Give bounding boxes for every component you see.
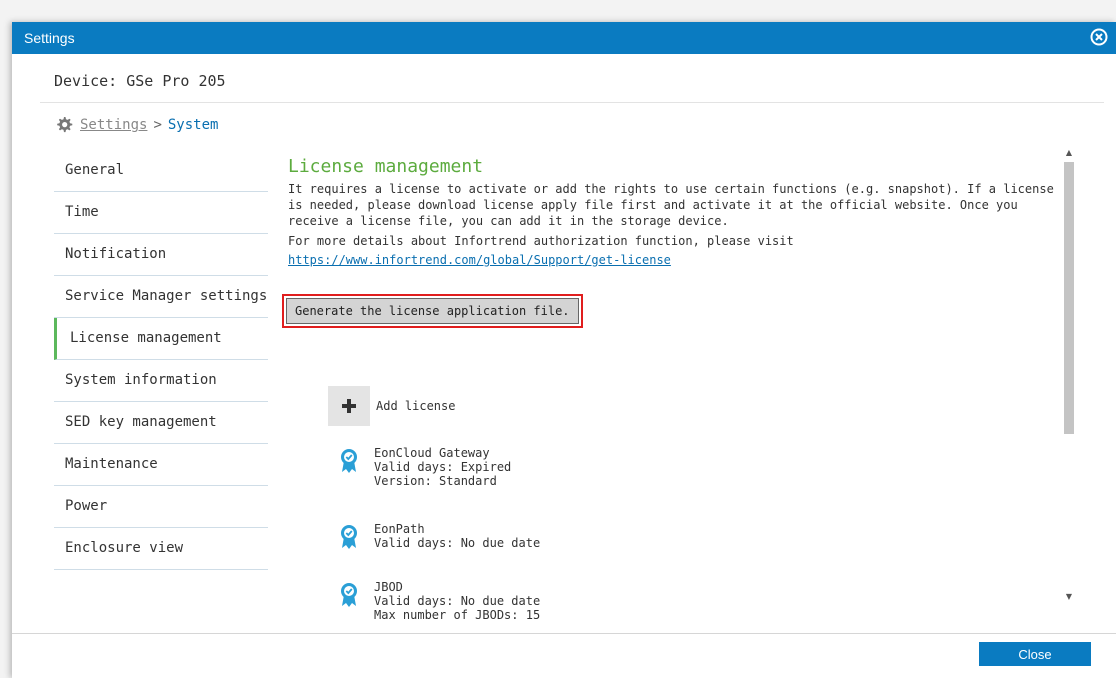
sidebar-item-notification[interactable]: Notification xyxy=(54,234,268,276)
breadcrumb: Settings > System xyxy=(54,115,218,135)
add-license-button[interactable] xyxy=(328,386,370,426)
sidebar-item-enclosure-view[interactable]: Enclosure view xyxy=(54,528,268,570)
license-item: JBOD Valid days: No due date Max number … xyxy=(340,580,540,622)
license-details: EonCloud Gateway Valid days: Expired Ver… xyxy=(374,446,511,488)
scroll-up-arrow-icon[interactable]: ▲ xyxy=(1064,148,1074,158)
license-website-link[interactable]: https://www.infortrend.com/global/Suppor… xyxy=(288,253,1058,267)
ribbon-badge-icon xyxy=(341,525,357,549)
license-detail-line: Max number of JBODs: 15 xyxy=(374,608,541,622)
title-bar: Settings xyxy=(12,22,1116,54)
license-item: EonCloud Gateway Valid days: Expired Ver… xyxy=(340,446,511,488)
license-detail-line: Version: Standard xyxy=(374,474,497,488)
settings-dialog: Settings Device: GSe Pro 205 Settings > … xyxy=(12,22,1116,678)
add-license-label: Add license xyxy=(376,399,456,413)
breadcrumb-current: System xyxy=(167,117,219,133)
sidebar-item-sed-key-management[interactable]: SED key management xyxy=(54,402,268,444)
sidebar-item-license-management[interactable]: License management xyxy=(54,318,268,360)
gear-icon xyxy=(57,117,73,133)
ribbon-badge-icon xyxy=(341,449,357,473)
generate-license-file-button[interactable]: Generate the license application file. xyxy=(286,298,579,324)
license-details: JBOD Valid days: No due date Max number … xyxy=(374,580,540,622)
license-detail-line: Valid days: No due date xyxy=(374,594,541,608)
add-license-row: Add license xyxy=(328,386,455,426)
device-label: Device: GSe Pro 205 xyxy=(54,72,226,90)
license-name: JBOD xyxy=(374,580,403,594)
sidebar-item-time[interactable]: Time xyxy=(54,192,268,234)
sidebar-item-system-information[interactable]: System information xyxy=(54,360,268,402)
close-button[interactable]: Close xyxy=(979,642,1091,666)
license-panel: License management It requires a license… xyxy=(282,156,1058,622)
sidebar-item-general[interactable]: General xyxy=(54,150,268,192)
license-detail-line: Valid days: Expired xyxy=(374,460,512,474)
scrollbar-thumb[interactable] xyxy=(1064,162,1074,434)
divider xyxy=(40,102,1104,103)
license-description: It requires a license to activate or add… xyxy=(288,182,1054,228)
sidebar-item-maintenance[interactable]: Maintenance xyxy=(54,444,268,486)
breadcrumb-separator: > xyxy=(153,117,162,133)
scroll-down-arrow-icon[interactable]: ▼ xyxy=(1064,592,1074,602)
highlight-frame: Generate the license application file. xyxy=(282,294,583,328)
section-title: License management xyxy=(288,156,484,177)
ribbon-badge-icon xyxy=(341,583,357,607)
license-details: EonPath Valid days: No due date xyxy=(374,522,540,550)
close-circle-icon[interactable] xyxy=(1090,28,1108,46)
license-name: EonPath xyxy=(374,522,425,536)
window-title: Settings xyxy=(24,30,75,46)
background: Settings Device: GSe Pro 205 Settings > … xyxy=(0,0,1116,678)
plus-icon xyxy=(342,399,356,413)
sidebar: General Time Notification Service Manage… xyxy=(54,150,268,570)
license-item: EonPath Valid days: No due date xyxy=(340,522,540,550)
license-detail-line: Valid days: No due date xyxy=(374,536,541,550)
breadcrumb-settings-link[interactable]: Settings xyxy=(80,117,147,133)
details-intro: For more details about Infortrend author… xyxy=(288,234,794,248)
footer-divider xyxy=(12,633,1116,634)
sidebar-item-power[interactable]: Power xyxy=(54,486,268,528)
vertical-scrollbar[interactable]: ▲ ▼ xyxy=(1062,148,1076,618)
sidebar-item-service-manager[interactable]: Service Manager settings xyxy=(54,276,268,318)
license-name: EonCloud Gateway xyxy=(374,446,490,460)
